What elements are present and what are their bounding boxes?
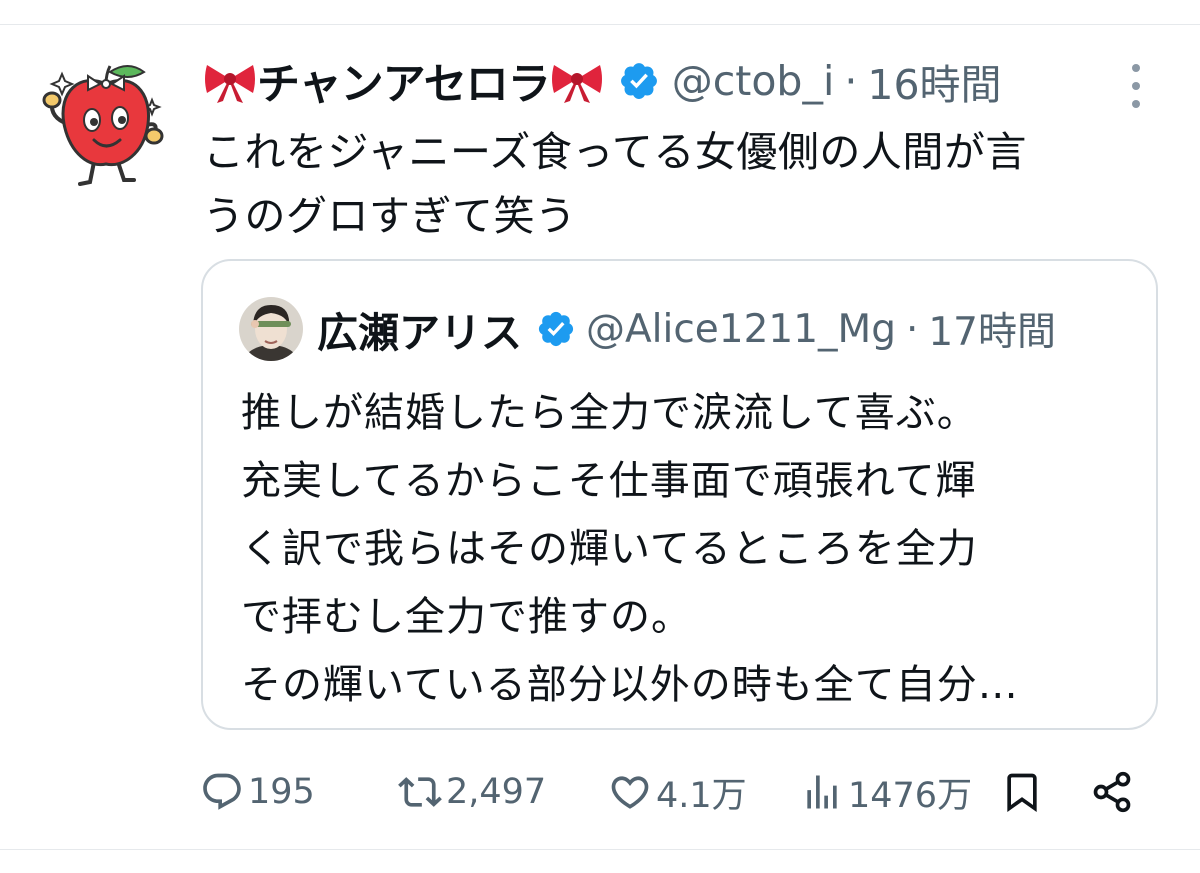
quoted-text-line: 推しが結婚したら全力で涙流して喜ぶ。 (241, 390, 978, 436)
quoted-tweet-header: 広瀬アリス @Alice1211_Mg · 17時間 (317, 297, 1056, 361)
views-button[interactable]: 1476万 (800, 762, 972, 822)
verified-badge-icon[interactable] (618, 60, 660, 102)
tweet-text-line: うのグロすぎて笑う (203, 192, 577, 240)
author-name[interactable]: チャンアセロラ (257, 50, 551, 112)
ribbon-bow-icon (205, 65, 255, 103)
like-count: 4.1万 (656, 775, 747, 816)
quoted-text-line: で拝むし全力で推すの。 (241, 594, 692, 640)
quoted-author-avatar[interactable] (239, 297, 303, 361)
heart-icon (611, 776, 649, 809)
views-chart-icon (807, 775, 837, 809)
tweet-time[interactable]: 16時間 (867, 51, 1001, 111)
quoted-text-line: その輝いている部分以外の時も全て自分… (241, 662, 1019, 708)
quoted-text-line: 充実してるからこそ仕事面で頑張れて輝 (241, 458, 977, 504)
reply-button[interactable]: 195 (200, 762, 315, 822)
author-handle[interactable]: @ctob_i (672, 57, 835, 105)
action-bar: 195 2,497 4.1万 1476万 (200, 762, 1150, 822)
retweet-icon (398, 777, 442, 807)
reply-count: 195 (248, 772, 315, 812)
meta-separator: · (844, 57, 858, 105)
retweet-count: 2,497 (446, 772, 547, 812)
views-count: 1476万 (848, 775, 973, 816)
tweet-text: これをジャニーズ食ってる女優側の人間が言 うのグロすぎて笑う (203, 120, 1153, 248)
like-button[interactable]: 4.1万 (608, 762, 747, 822)
author-avatar[interactable] (40, 54, 164, 188)
quoted-tweet-card[interactable]: 広瀬アリス @Alice1211_Mg · 17時間 推しが結婚したら全力で涙流… (201, 259, 1158, 730)
tweet-text-line: これをジャニーズ食ってる女優側の人間が言 (203, 128, 1027, 176)
quoted-author-handle[interactable]: @Alice1211_Mg (586, 307, 896, 352)
bottom-divider (0, 849, 1200, 850)
quoted-tweet-time[interactable]: 17時間 (928, 301, 1056, 357)
tweet-header: チャンアセロラ @ctob_i · 16時間 (203, 50, 1002, 112)
share-icon (1093, 771, 1131, 813)
share-button[interactable] (1090, 762, 1138, 822)
more-vertical-icon[interactable] (1124, 62, 1148, 110)
bookmark-button[interactable] (1000, 762, 1048, 822)
quoted-tweet-text: 推しが結婚したら全力で涙流して喜ぶ。 充実してるからこそ仕事面で頑張れて輝 く訳… (241, 379, 1121, 719)
ribbon-bow-icon (551, 65, 602, 103)
reply-icon (203, 773, 241, 810)
quoted-author-name[interactable]: 広瀬アリス (317, 299, 522, 359)
meta-separator: · (905, 306, 919, 352)
quoted-text-line: く訳で我らはその輝いてるところを全力 (241, 526, 978, 572)
retweet-button[interactable]: 2,497 (398, 762, 546, 822)
bookmark-icon (1007, 773, 1037, 813)
top-divider (0, 24, 1200, 25)
verified-badge-icon[interactable] (536, 309, 576, 349)
